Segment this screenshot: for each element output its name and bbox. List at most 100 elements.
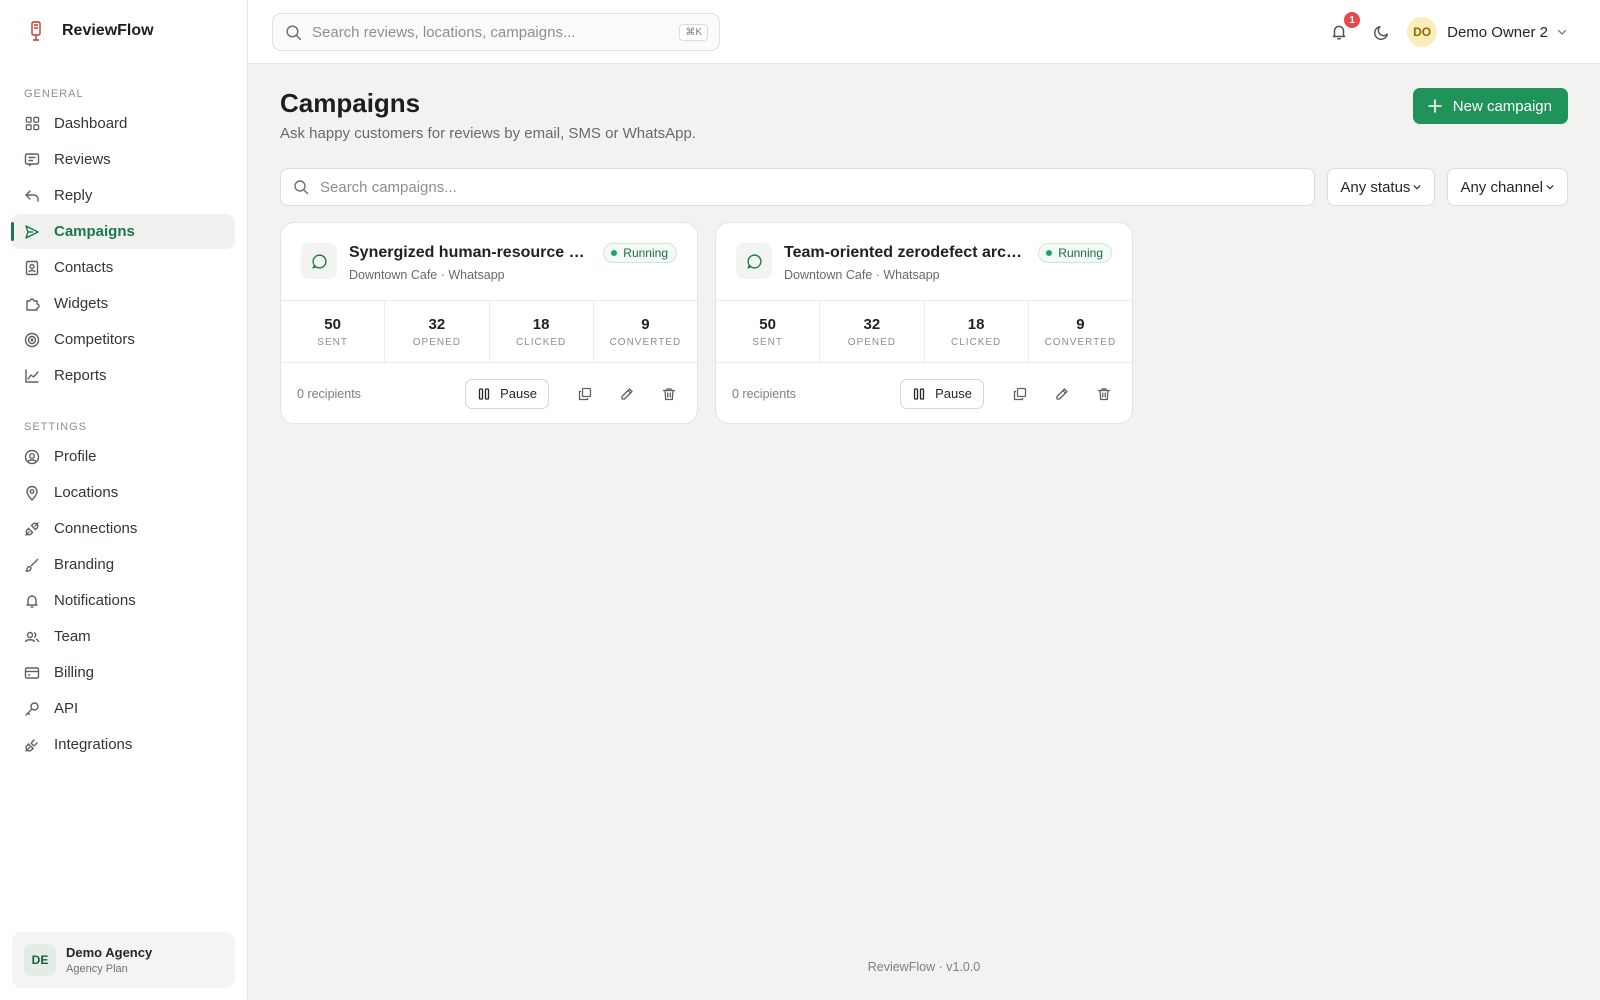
notifications-button[interactable]: 1 — [1327, 12, 1361, 44]
stat-value: 32 — [428, 315, 446, 333]
stat-converted: 9 CONVERTED — [1029, 301, 1132, 362]
campaign-card-header: Synergized human-resource ut... Downtown… — [281, 223, 697, 301]
stat-sent: 50 SENT — [281, 301, 386, 362]
status-filter-select[interactable]: Any status — [1327, 168, 1436, 206]
sidebar-item-integrations[interactable]: Integrations — [12, 727, 235, 762]
agency-switcher[interactable]: DE Demo Agency Agency Plan — [12, 932, 235, 988]
stat-label: CONVERTED — [1044, 336, 1117, 348]
sidebar-item-competitors[interactable]: Competitors — [12, 322, 235, 357]
duplicate-button[interactable] — [1004, 379, 1036, 409]
edit-button[interactable] — [1046, 379, 1078, 409]
pause-label: Pause — [500, 386, 537, 401]
channel-filter-value: Any channel — [1460, 178, 1543, 196]
global-search-input[interactable]: Search reviews, locations, campaigns... … — [272, 13, 720, 51]
duplicate-button[interactable] — [569, 379, 601, 409]
theme-toggle-button[interactable] — [1369, 20, 1393, 44]
topbar: Search reviews, locations, campaigns... … — [248, 0, 1600, 64]
stat-value: 50 — [759, 315, 776, 333]
stat-value: 50 — [324, 315, 341, 333]
stat-clicked: 18 CLICKED — [925, 301, 1029, 362]
brush-icon — [24, 557, 40, 573]
sidebar-item-dashboard[interactable]: Dashboard — [12, 106, 235, 141]
sidebar-item-label: Reply — [54, 187, 93, 204]
campaign-card-footer: 0 recipients Pause — [716, 363, 1132, 423]
chart-line-icon — [24, 368, 40, 384]
sidebar-item-profile[interactable]: Profile — [12, 439, 235, 474]
recipients-count: 0 recipients — [732, 386, 796, 401]
chevron-down-icon — [1556, 26, 1568, 38]
sidebar-item-reviews[interactable]: Reviews — [12, 142, 235, 177]
stat-sent: 50 SENT — [716, 301, 821, 362]
sidebar-item-campaigns[interactable]: Campaigns — [11, 214, 235, 249]
user-menu[interactable]: DO Demo Owner 2 — [1407, 17, 1568, 47]
campaign-title[interactable]: Synergized human-resource ut... — [349, 244, 591, 262]
stat-label: CLICKED — [515, 336, 567, 348]
trash-icon — [1097, 387, 1111, 401]
chevron-down-icon — [1412, 182, 1422, 192]
sidebar-item-notifications[interactable]: Notifications — [12, 583, 235, 618]
sidebar-item-reports[interactable]: Reports — [12, 358, 235, 393]
status-dot — [1046, 250, 1053, 256]
edit-button[interactable] — [611, 379, 643, 409]
plus-icon — [1427, 98, 1443, 114]
stat-value: 18 — [532, 315, 550, 333]
page-subtitle: Ask happy customers for reviews by email… — [280, 125, 696, 142]
chevron-down-icon — [1545, 182, 1555, 192]
delete-button[interactable] — [653, 379, 685, 409]
agency-avatar: DE — [24, 944, 56, 976]
search-icon — [285, 24, 302, 41]
status-dot — [611, 250, 618, 256]
puzzle-icon — [24, 296, 40, 312]
sidebar: ReviewFlow GENERAL Dashboard Reviews Rep… — [0, 0, 248, 1000]
stat-value: 18 — [967, 315, 985, 333]
search-icon — [293, 179, 309, 195]
sidebar-item-team[interactable]: Team — [12, 619, 235, 654]
stat-converted: 9 CONVERTED — [594, 301, 697, 362]
campaign-card[interactable]: Synergized human-resource ut... Downtown… — [280, 222, 698, 424]
campaign-title[interactable]: Team-oriented zerodefect arch... — [784, 244, 1026, 262]
sidebar-item-reply[interactable]: Reply — [12, 178, 235, 213]
sidebar-item-locations[interactable]: Locations — [12, 475, 235, 510]
send-icon — [24, 224, 40, 240]
sidebar-item-branding[interactable]: Branding — [12, 547, 235, 582]
sidebar-item-contacts[interactable]: Contacts — [12, 250, 235, 285]
delete-button[interactable] — [1088, 379, 1120, 409]
stat-value: 9 — [1076, 315, 1085, 333]
pause-icon — [912, 387, 926, 401]
pencil-icon — [1055, 387, 1069, 401]
stat-value: 32 — [863, 315, 881, 333]
agency-plan: Agency Plan — [66, 963, 128, 975]
app-footer: ReviewFlow · v1.0.0 — [867, 960, 981, 974]
campaign-card[interactable]: Team-oriented zerodefect arch... Downtow… — [715, 222, 1133, 424]
stat-label: OPENED — [412, 336, 461, 348]
campaign-meta: Downtown Cafe · Whatsapp — [784, 268, 940, 282]
notification-badge: 1 — [1344, 12, 1361, 28]
channel-filter-select[interactable]: Any channel — [1447, 168, 1568, 206]
moon-icon — [1373, 24, 1390, 41]
pause-button[interactable]: Pause — [900, 378, 984, 409]
section-label-settings: SETTINGS — [24, 421, 88, 433]
section-label-general: GENERAL — [24, 88, 84, 100]
key-icon — [24, 701, 40, 717]
sidebar-item-label: Notifications — [54, 592, 136, 609]
campaign-list: Synergized human-resource ut... Downtown… — [280, 222, 1150, 424]
credit-card-icon — [24, 665, 40, 681]
campaign-stats: 50 SENT 32 OPENED 18 CLICKED 9 CONVERTED — [281, 301, 697, 363]
sidebar-item-billing[interactable]: Billing — [12, 655, 235, 690]
brand[interactable]: ReviewFlow — [0, 0, 247, 62]
shortcut-hint: ⌘K — [679, 23, 708, 41]
campaign-search-input[interactable]: Search campaigns... — [280, 168, 1316, 206]
sidebar-item-label: Integrations — [54, 736, 133, 753]
sidebar-item-api[interactable]: API — [12, 691, 235, 726]
campaign-card-footer: 0 recipients Pause — [281, 363, 697, 423]
sidebar-item-widgets[interactable]: Widgets — [12, 286, 235, 321]
stat-label: CLICKED — [950, 336, 1002, 348]
sidebar-item-label: Widgets — [54, 295, 109, 312]
grid-icon — [24, 116, 40, 132]
pause-button[interactable]: Pause — [465, 378, 549, 409]
status-filter-value: Any status — [1340, 178, 1411, 196]
sidebar-item-label: Team — [54, 628, 91, 645]
status-label: Running — [623, 246, 668, 260]
sidebar-item-connections[interactable]: Connections — [12, 511, 235, 546]
new-campaign-button[interactable]: New campaign — [1412, 88, 1568, 124]
